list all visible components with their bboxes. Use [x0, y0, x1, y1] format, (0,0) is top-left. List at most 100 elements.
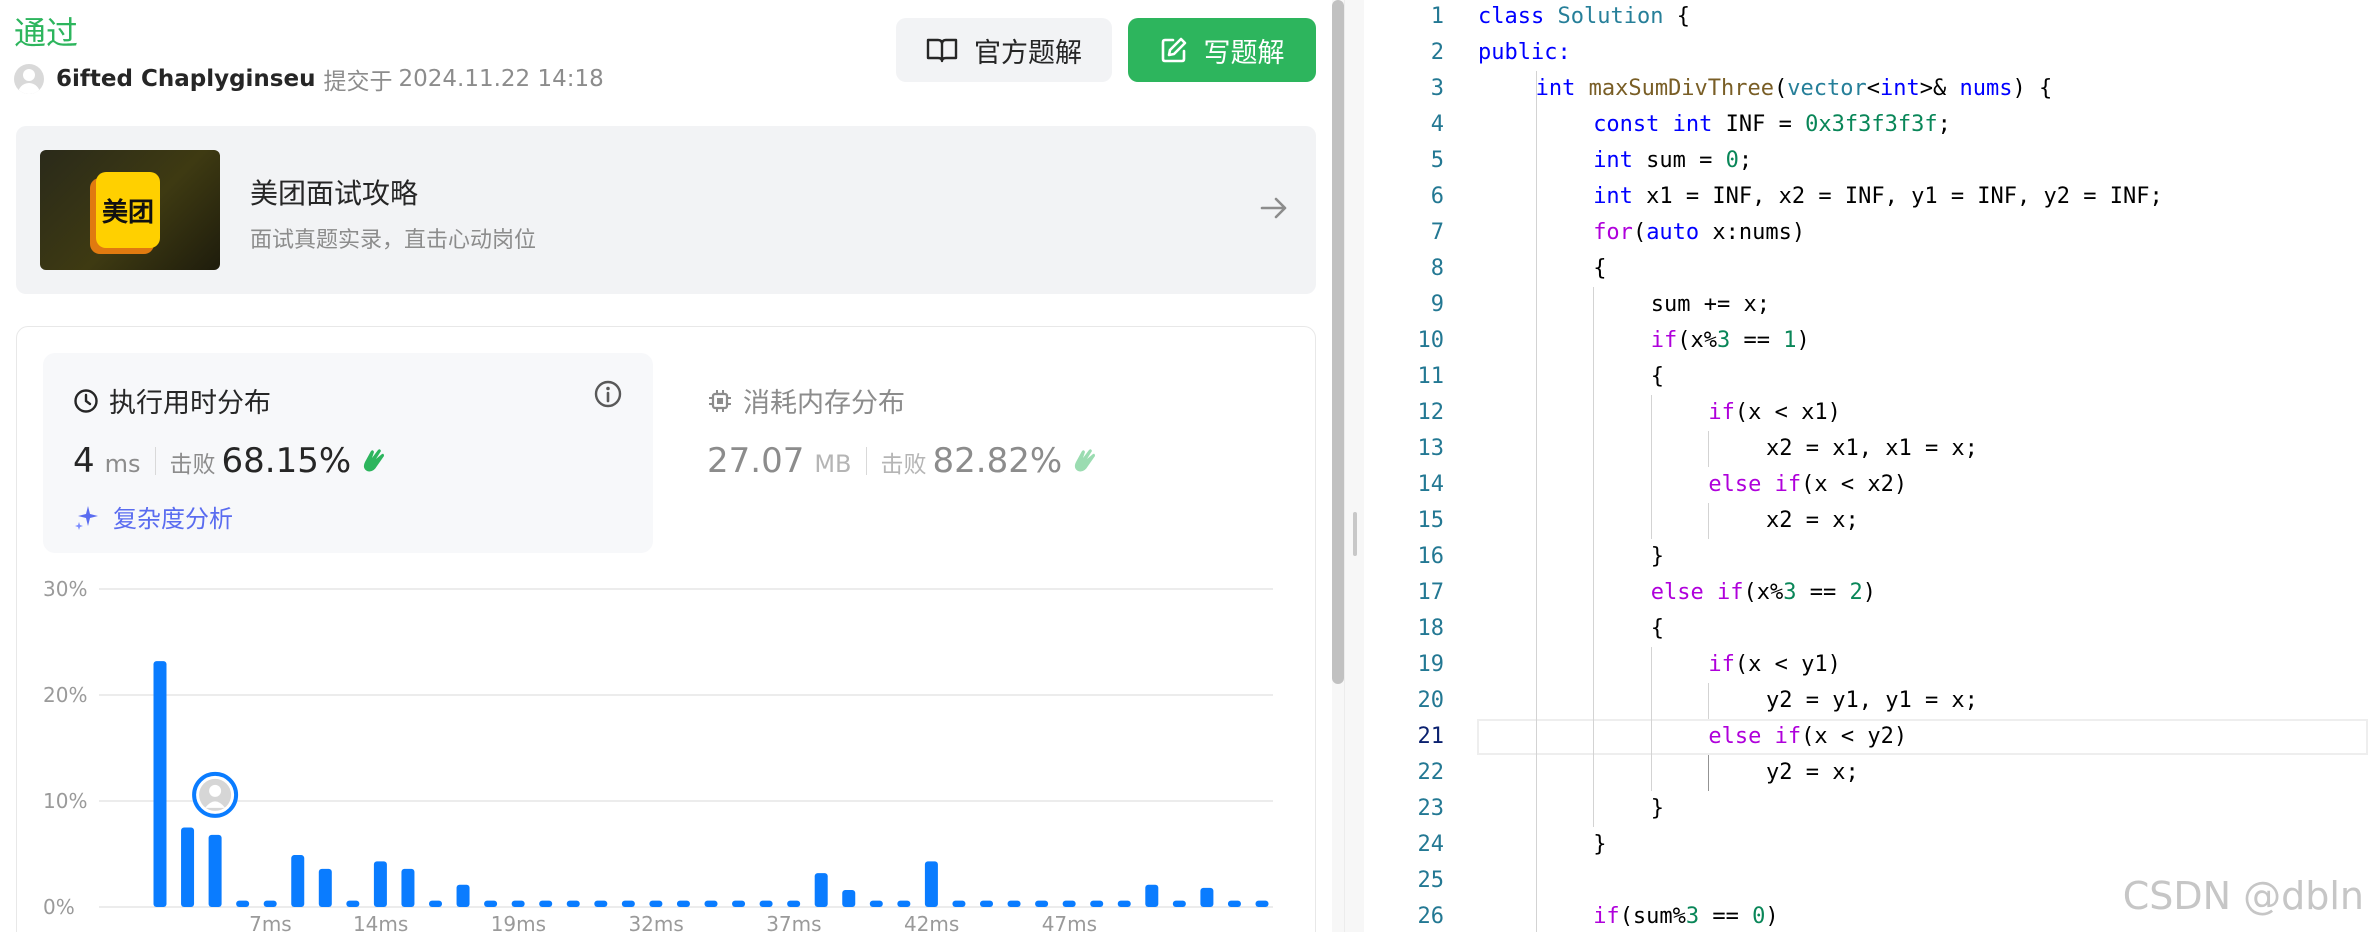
code-text: y2 = x; [1766, 755, 1859, 791]
code-token: if [1717, 580, 1744, 605]
code-line[interactable]: 20 y2 = y1, y1 = x; [1364, 683, 2368, 719]
indent-guide [1708, 503, 1710, 539]
line-number: 24 [1417, 832, 1445, 857]
code-token: == [1796, 580, 1850, 605]
chart-bar [236, 900, 250, 907]
line-number: 8 [1430, 256, 1444, 281]
code-text: else if(x < x2) [1708, 467, 1907, 503]
code-line[interactable]: 13 x2 = x1, x1 = x; [1364, 431, 2368, 467]
code-text: sum += x; [1651, 287, 1770, 323]
performance-card: 执行用时分布 4 ms 击败 68.15% 复杂度分析 消耗内存分布 27.07… [16, 326, 1316, 932]
y-tick-label: 30% [43, 577, 87, 601]
chart-bar [952, 900, 966, 907]
code-token: ) [1796, 328, 1810, 353]
chart-bar [1117, 900, 1131, 907]
chart-bar [291, 855, 305, 907]
chart-bar [429, 900, 442, 907]
code-editor[interactable]: 1 class Solution {2 public: 3 int maxSumDivT… [1364, 0, 2368, 932]
code-text: if(x%3 == 1) [1651, 323, 1810, 359]
code-token: y2 = x; [1766, 760, 1859, 785]
code-line[interactable]: 17 else if(x%3 == 2) [1364, 575, 2368, 611]
code-line[interactable]: 3 int maxSumDivThree(vector<int>& nums) { [1364, 71, 2368, 107]
write-solution-label: 写题解 [1203, 37, 1285, 69]
avatar-head [209, 784, 222, 797]
code-token: const [1593, 112, 1660, 137]
code-text: class Solution { [1478, 0, 1690, 35]
code-token: class [1478, 4, 1545, 29]
code-line[interactable]: 2 public: [1364, 35, 2368, 71]
code-token: x1 = INF, x2 = INF, y1 = INF, y2 = INF; [1632, 184, 2163, 209]
code-line[interactable]: 24} [1364, 827, 2368, 863]
code-line[interactable]: 16} [1364, 539, 2368, 575]
code-text: else if(x < y2) [1708, 719, 1907, 755]
write-solution-button[interactable]: 写题解 [1128, 18, 1316, 82]
chart-bar [181, 827, 195, 907]
code-token: { [1650, 616, 1665, 641]
code-line[interactable]: 4 const int INF = 0x3f3f3f3f; [1364, 107, 2368, 143]
code-token: sum = [1632, 148, 1726, 173]
chart-bar [924, 861, 938, 907]
code-text: if(x < x1) [1708, 395, 1840, 431]
code-line[interactable]: 1 class Solution { [1364, 0, 2368, 35]
code-line[interactable]: 23} [1364, 791, 2368, 827]
x-tick-label: 42ms [904, 912, 959, 932]
code-text: } [1593, 827, 1606, 863]
code-line[interactable]: 22 y2 = x; [1364, 755, 2368, 791]
code-line[interactable]: 21 else if(x < y2) [1364, 719, 2368, 755]
code-token: ( [1632, 220, 1647, 245]
chart-bar [1090, 900, 1104, 907]
line-number: 25 [1417, 868, 1445, 893]
code-token: else [1650, 580, 1704, 605]
code-line[interactable]: 11 { [1364, 359, 2368, 395]
code-line[interactable]: 6 int x1 = INF, x2 = INF, y1 = INF, y2 = … [1364, 179, 2368, 215]
x-tick-label: 7ms [249, 912, 292, 932]
x-tick-label: 19ms [491, 912, 546, 932]
scrollbar-thumb[interactable] [1332, 0, 1344, 684]
code-text: x2 = x1, x1 = x; [1766, 431, 1978, 467]
arrow-right-icon[interactable] [1258, 192, 1290, 224]
indent-guide [1708, 431, 1710, 467]
chart-bar [649, 900, 663, 907]
code-token: auto [1646, 220, 1700, 245]
code-token: x2 = x1, x1 = x; [1766, 436, 1978, 461]
code-line[interactable]: 15 x2 = x; [1364, 503, 2368, 539]
code-line[interactable]: 10 if(x%3 == 1) [1364, 323, 2368, 359]
code-token: x2 = x; [1766, 508, 1859, 533]
chart-bar [401, 868, 415, 907]
code-line[interactable]: 18 { [1364, 611, 2368, 647]
line-number: 16 [1417, 544, 1445, 569]
code-line[interactable]: 7 for(auto x:nums) [1364, 215, 2368, 251]
code-token: for [1593, 220, 1633, 245]
code-token: if [1593, 904, 1620, 929]
code-text: for(auto x:nums) [1593, 215, 1805, 251]
code-line[interactable]: 5 int sum = 0; [1364, 143, 2368, 179]
code-token: } [1650, 544, 1665, 569]
official-solution-button[interactable]: 官方题解 [896, 18, 1112, 82]
code-text: const int INF = 0x3f3f3f3f; [1593, 107, 1951, 143]
line-number: 9 [1430, 292, 1444, 317]
submission-status: 通过 [14, 14, 79, 52]
line-number: 14 [1417, 472, 1445, 497]
line-number: 18 [1417, 616, 1445, 641]
code-line[interactable]: 8{ [1364, 251, 2368, 287]
username-link[interactable]: 6ifted Chaplyginseu [56, 66, 315, 92]
code-line[interactable]: 12 if(x < x1) [1364, 395, 2368, 431]
panel-splitter[interactable] [1344, 0, 1364, 932]
watermark: CSDN @dbln [2122, 874, 2364, 918]
code-token: < [1866, 76, 1881, 101]
code-line[interactable]: 9 sum += x; [1364, 287, 2368, 323]
logo-text: 美团 [96, 172, 160, 248]
avatar[interactable] [14, 64, 44, 94]
code-line[interactable]: 19 if(x < y1) [1364, 647, 2368, 683]
line-number: 11 [1417, 364, 1445, 389]
splitter-grip[interactable] [1353, 512, 1357, 556]
promo-banner[interactable]: 美团 美团面试攻略 面试真题实录，直击心动岗位 [16, 126, 1316, 294]
code-line[interactable]: 14 else if(x < x2) [1364, 467, 2368, 503]
code-token: x:nums) [1699, 220, 1806, 245]
banner-subtitle: 面试真题实录，直击心动岗位 [250, 228, 537, 253]
chart-bar [1200, 887, 1214, 907]
chart-bar [1062, 900, 1076, 907]
left-panel-scrollbar[interactable] [1332, 0, 1344, 932]
line-number: 26 [1417, 904, 1445, 929]
chart-bar [897, 900, 911, 907]
